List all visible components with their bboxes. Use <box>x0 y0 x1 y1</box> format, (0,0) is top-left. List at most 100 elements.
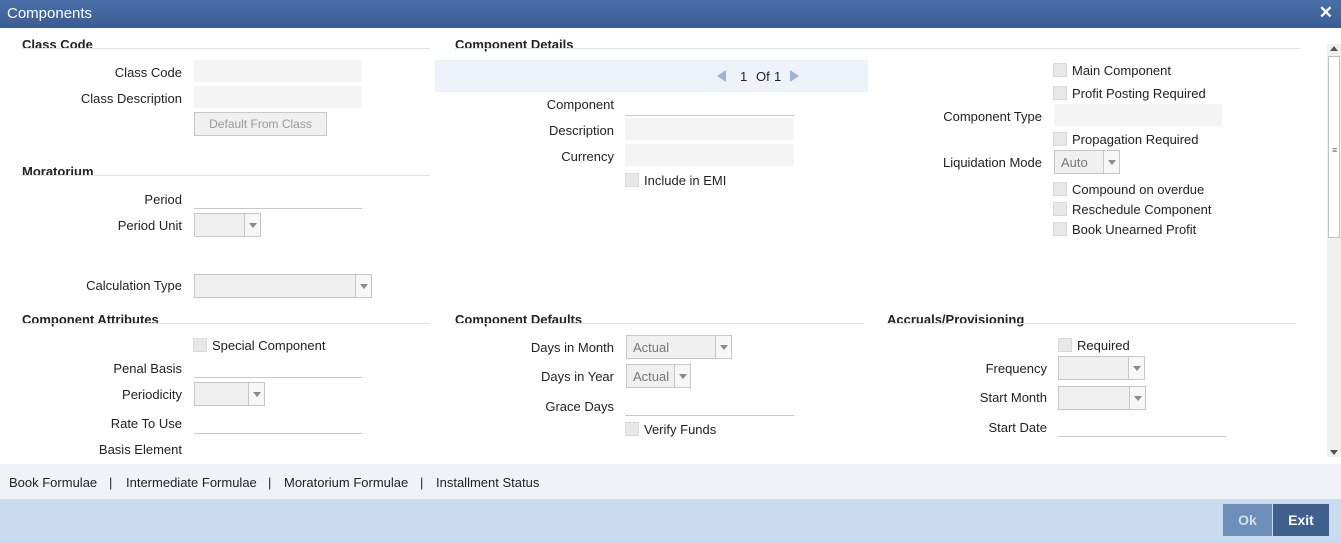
basis-element-label: Basis Element <box>98 442 182 457</box>
profit-posting-required-checkbox[interactable]: Profit Posting Required <box>1053 86 1206 101</box>
title-bar: Components ✕ <box>0 0 1341 28</box>
chevron-down-icon <box>1103 151 1119 173</box>
tab-installment-status[interactable]: Installment Status <box>436 475 539 490</box>
description-label: Description <box>548 123 614 138</box>
divider <box>22 175 430 176</box>
reschedule-component-label: Reschedule Component <box>1072 202 1212 217</box>
chevron-down-icon <box>248 383 264 405</box>
tab-intermediate-formulae[interactable]: Intermediate Formulae <box>126 475 257 490</box>
include-in-emi-label: Include in EMI <box>644 173 727 188</box>
days-in-month-value: Actual <box>633 340 670 355</box>
penal-basis-field[interactable] <box>194 356 362 378</box>
checkbox-icon <box>1053 202 1067 216</box>
tab-separator: | <box>268 475 272 490</box>
grace-days-field[interactable] <box>625 394 794 416</box>
component-type-field[interactable] <box>1054 104 1222 126</box>
period-unit-label: Period Unit <box>117 218 182 233</box>
main-component-label: Main Component <box>1072 63 1171 78</box>
propagation-required-checkbox[interactable]: Propagation Required <box>1053 132 1198 147</box>
divider <box>455 323 864 324</box>
previous-record-icon[interactable] <box>717 70 726 82</box>
calculation-type-label: Calculation Type <box>86 278 182 293</box>
chevron-down-icon <box>355 275 371 297</box>
start-date-label: Start Date <box>988 420 1047 435</box>
class-code-heading: Class Code <box>22 37 93 52</box>
accruals-required-label: Required <box>1077 338 1130 353</box>
liquidation-mode-value: Auto <box>1061 155 1088 170</box>
penal-basis-label: Penal Basis <box>113 361 182 376</box>
scroll-down-icon[interactable] <box>1330 450 1338 455</box>
tab-book-formulae[interactable]: Book Formulae <box>9 475 97 490</box>
start-month-select[interactable] <box>1058 386 1146 410</box>
liquidation-mode-select[interactable]: Auto <box>1054 150 1120 174</box>
next-record-icon[interactable] <box>790 70 799 82</box>
tab-separator: | <box>109 475 113 490</box>
moratorium-heading: Moratorium <box>22 164 94 179</box>
verify-funds-label: Verify Funds <box>644 422 717 437</box>
record-pager: 1 Of 1 <box>435 60 868 92</box>
checkbox-icon <box>1053 222 1067 236</box>
start-date-field[interactable] <box>1058 415 1226 437</box>
special-component-label: Special Component <box>212 338 326 353</box>
days-in-year-label: Days in Year <box>541 369 614 384</box>
period-field[interactable] <box>194 187 362 209</box>
component-details-heading: Component Details <box>455 37 574 52</box>
window-title: Components <box>7 5 93 22</box>
main-component-checkbox[interactable]: Main Component <box>1053 63 1171 78</box>
liquidation-mode-label: Liquidation Mode <box>942 155 1042 170</box>
grip-icon: ≡ <box>1332 145 1338 155</box>
period-unit-select[interactable] <box>194 213 261 237</box>
accruals-required-checkbox[interactable]: Required <box>1058 338 1130 353</box>
ok-button[interactable]: Ok <box>1223 504 1272 536</box>
checkbox-icon <box>1058 338 1072 352</box>
start-month-label: Start Month <box>979 390 1047 405</box>
book-unearned-profit-checkbox[interactable]: Book Unearned Profit <box>1053 222 1196 237</box>
checkbox-icon <box>1053 132 1067 146</box>
chevron-down-icon <box>1128 357 1144 379</box>
compound-on-overdue-label: Compound on overdue <box>1072 182 1205 197</box>
vertical-scrollbar[interactable]: ≡ <box>1327 44 1341 457</box>
pager-total: 1 <box>774 69 782 84</box>
periodicity-select[interactable] <box>194 382 265 406</box>
default-from-class-button[interactable]: Default From Class <box>194 112 327 136</box>
profit-posting-required-label: Profit Posting Required <box>1072 86 1206 101</box>
periodicity-label: Periodicity <box>122 387 182 402</box>
tab-separator: | <box>420 475 424 490</box>
frequency-label: Frequency <box>985 361 1047 376</box>
class-description-field[interactable] <box>194 86 362 108</box>
calculation-type-select[interactable] <box>194 274 372 298</box>
grace-days-label: Grace Days <box>545 399 614 414</box>
reschedule-component-checkbox[interactable]: Reschedule Component <box>1053 202 1211 217</box>
rate-to-use-label: Rate To Use <box>110 416 182 431</box>
divider <box>887 323 1296 324</box>
currency-field[interactable] <box>625 144 794 166</box>
verify-funds-checkbox[interactable]: Verify Funds <box>625 422 716 437</box>
compound-on-overdue-checkbox[interactable]: Compound on overdue <box>1053 182 1204 197</box>
description-field[interactable] <box>625 118 794 140</box>
chevron-down-icon <box>244 214 260 236</box>
special-component-checkbox[interactable]: Special Component <box>193 338 325 353</box>
component-label: Component <box>546 97 614 112</box>
days-in-month-label: Days in Month <box>530 340 614 355</box>
chevron-down-icon <box>1129 387 1145 409</box>
close-icon[interactable]: ✕ <box>1319 3 1333 23</box>
tab-moratorium-formulae[interactable]: Moratorium Formulae <box>284 475 408 490</box>
class-code-label: Class Code <box>114 65 182 80</box>
chevron-down-icon <box>715 336 731 358</box>
days-in-month-select[interactable]: Actual <box>626 335 732 359</box>
days-in-year-select[interactable]: Actual <box>626 364 691 388</box>
period-label: Period <box>144 192 182 207</box>
days-in-year-value: Actual <box>633 369 670 384</box>
class-code-field[interactable] <box>194 60 362 82</box>
checkbox-icon <box>1053 182 1067 196</box>
component-field[interactable] <box>625 94 794 116</box>
frequency-select[interactable] <box>1058 356 1145 380</box>
component-attributes-heading: Component Attributes <box>22 312 159 327</box>
main-content: Class Code Class Code Class Description … <box>0 28 1341 464</box>
include-in-emi-checkbox[interactable]: Include in EMI <box>625 173 726 188</box>
exit-button[interactable]: Exit <box>1273 504 1329 536</box>
scrollbar-thumb[interactable]: ≡ <box>1328 56 1340 238</box>
scroll-up-icon[interactable] <box>1330 46 1338 51</box>
accruals-provisioning-heading: Accruals/Provisioning <box>887 312 1025 327</box>
rate-to-use-field[interactable] <box>194 412 362 434</box>
